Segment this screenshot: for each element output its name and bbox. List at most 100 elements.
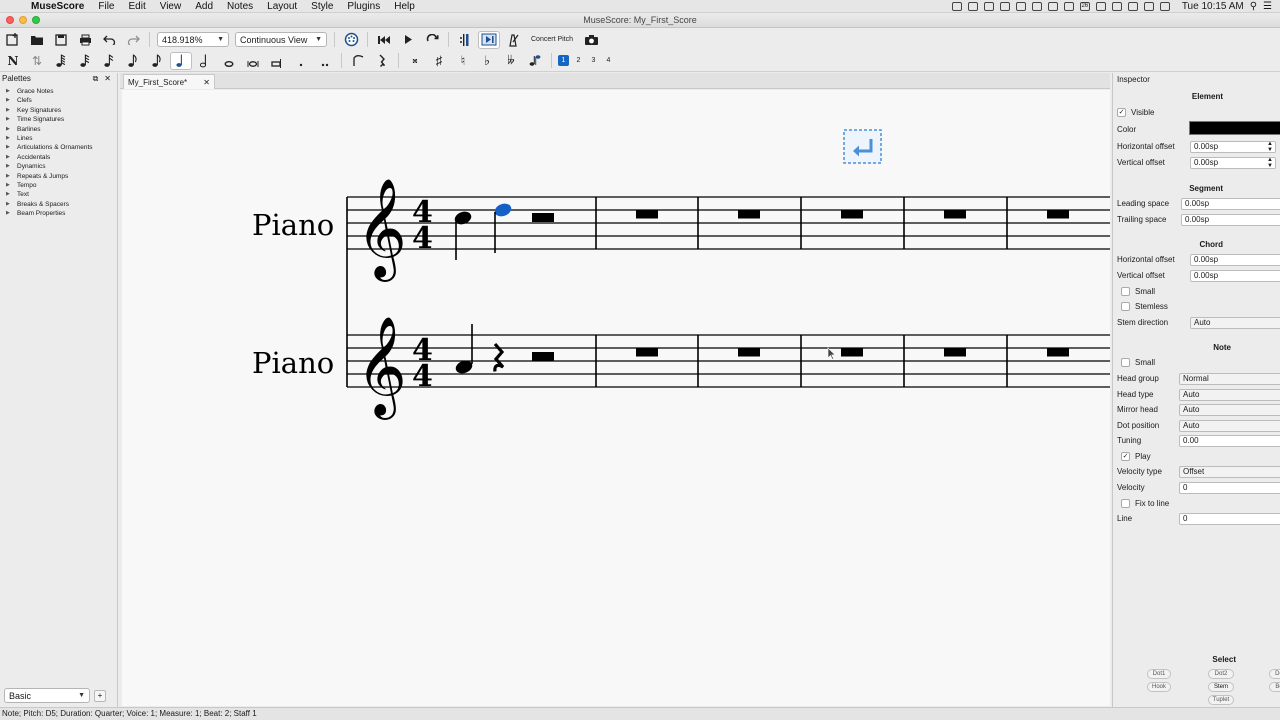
select-dot1-button[interactable]: Dot1 [1147,669,1171,679]
note-input-mode-button[interactable]: N [2,52,24,70]
palette-accidentals[interactable]: ▶ Accidentals [0,153,117,162]
dropbox-tray-icon[interactable] [1031,1,1042,11]
element-hoffset-field[interactable]: 0.00sp ▲ ▼ [1190,141,1276,153]
measure-rest[interactable] [841,348,863,357]
time-sig-bottom-1[interactable]: 4 [412,221,433,256]
menu-file[interactable]: File [91,1,121,12]
stemless-checkbox[interactable] [1121,302,1130,311]
voice-4-button[interactable]: 4 [603,55,614,66]
menu-edit[interactable]: Edit [121,1,152,12]
notification-center-icon[interactable]: ☰ [1263,1,1272,12]
new-score-button[interactable] [2,31,24,49]
score-canvas[interactable]: Piano Piano 𝄞 𝄞 4 4 4 4 [122,90,1110,706]
spin-icon[interactable]: ▲ ▼ [1267,158,1273,168]
voice-1-button[interactable]: 1 [558,55,569,66]
visible-checkbox[interactable]: ✓ [1117,108,1126,117]
calendar-tray-icon[interactable]: 26 [1079,1,1090,11]
menu-view[interactable]: View [153,1,189,12]
leaf-tray-icon[interactable] [1063,1,1074,11]
palette-barlines[interactable]: ▶ Barlines [0,125,117,134]
duration-whole-button[interactable] [218,52,240,70]
play-repeats-button[interactable] [454,31,476,49]
measure-rest[interactable] [944,210,966,219]
measure-rest[interactable] [738,210,760,219]
note-d5-selected[interactable] [493,201,513,253]
natural-icon[interactable]: ♮ [452,52,474,70]
staff-name-2[interactable]: Piano [252,346,334,380]
fix-to-line-checkbox[interactable] [1121,499,1130,508]
menu-layout[interactable]: Layout [260,1,304,12]
chord-small-checkbox[interactable] [1121,287,1130,296]
head-group-select[interactable]: Normal [1179,373,1280,385]
double-sharp-icon[interactable]: 𝄪 [404,52,426,70]
half-rest-staff2[interactable] [532,352,554,361]
palette-key-signatures[interactable]: ▶ Key Signatures [0,106,117,115]
rewind-button[interactable] [373,31,395,49]
flat-icon[interactable]: ♭ [476,52,498,70]
element-voffset-field[interactable]: 0.00sp ▲ ▼ [1190,157,1276,169]
flip-direction-button[interactable] [524,52,546,70]
dot-position-select[interactable]: Auto [1179,420,1280,432]
menu-help[interactable]: Help [387,1,422,12]
half-rest-staff1[interactable] [532,213,554,222]
palette-grace-notes[interactable]: ▶ Grace Notes [0,87,117,96]
info-tray-icon[interactable] [1015,1,1026,11]
head-type-select[interactable]: Auto [1179,389,1280,401]
grid-tray-icon[interactable] [1047,1,1058,11]
workspace-select[interactable]: Basic ▼ [4,688,90,703]
zoom-select[interactable]: 418.918% ▼ [157,32,229,47]
palette-time-signatures[interactable]: ▶ Time Signatures [0,115,117,124]
close-icon[interactable]: ✕ [104,74,111,84]
image-capture-button[interactable] [580,31,602,49]
undo-button[interactable] [98,31,120,49]
staff-name-1[interactable]: Piano [252,208,334,242]
close-tab-icon[interactable]: ✕ [203,78,210,87]
select-dot3-button[interactable]: Do [1269,669,1280,679]
palette-breaks-spacers[interactable]: ▶ Breaks & Spacers [0,200,117,209]
duration-longa-button[interactable] [266,52,288,70]
menu-style[interactable]: Style [304,1,340,12]
treble-clef-2[interactable]: 𝄞 [356,316,407,420]
gear-tray-icon[interactable] [967,1,978,11]
measure-rest[interactable] [841,210,863,219]
chord-hoffset-field[interactable]: 0.00sp [1190,254,1280,266]
mirror-head-select[interactable]: Auto [1179,404,1280,416]
leading-space-field[interactable]: 0.00sp [1181,198,1280,210]
color-swatch[interactable] [1189,121,1280,135]
duration-eighth-alt-button[interactable] [146,52,168,70]
select-dot2-button[interactable]: Dot2 [1208,669,1234,679]
concert-pitch-button[interactable]: Concert Pitch [531,36,573,43]
duration-breve-button[interactable] [242,52,264,70]
rest-button[interactable] [371,52,393,70]
measure-rest[interactable] [636,348,658,357]
palette-tempo[interactable]: ▶ Tempo [0,181,117,190]
menu-add[interactable]: Add [188,1,220,12]
clock[interactable]: Tue 10:15 AM [1182,1,1244,12]
sync-tray-icon[interactable] [983,1,994,11]
trailing-space-field[interactable]: 0.00sp [1181,214,1280,226]
palette-articulations[interactable]: ▶ Articulations & Ornaments [0,143,117,152]
select-hook-button[interactable]: Hook [1147,682,1171,692]
redo-button[interactable] [122,31,144,49]
menu-app[interactable]: MuseScore [24,1,91,12]
palette-lines[interactable]: ▶ Lines [0,134,117,143]
voice-2-button[interactable]: 2 [573,55,584,66]
chord-voffset-field[interactable]: 0.00sp [1190,270,1280,282]
app-tray-icon[interactable] [999,1,1010,11]
wifi-icon[interactable] [1143,1,1154,11]
palette-clefs[interactable]: ▶ Clefs [0,96,117,105]
time-sig-bottom-2[interactable]: 4 [412,359,433,394]
score-tab[interactable]: My_First_Score* ✕ [123,74,215,89]
chat-tray-icon[interactable] [1111,1,1122,11]
augmentation-dot-button[interactable] [290,52,312,70]
duration-half-button[interactable] [194,52,216,70]
line-break-marker[interactable] [843,129,882,164]
measure-rest[interactable] [636,210,658,219]
stem-direction-select[interactable]: Auto [1190,317,1280,329]
select-tuplet-button[interactable]: Tuplet [1208,695,1234,705]
double-flat-icon[interactable]: 𝄫 [500,52,522,70]
spin-icon[interactable]: ▲ ▼ [1267,142,1273,152]
open-button[interactable] [26,31,48,49]
select-stem-button[interactable]: Stem [1208,682,1234,692]
palette-repeats-jumps[interactable]: ▶ Repeats & Jumps [0,172,117,181]
